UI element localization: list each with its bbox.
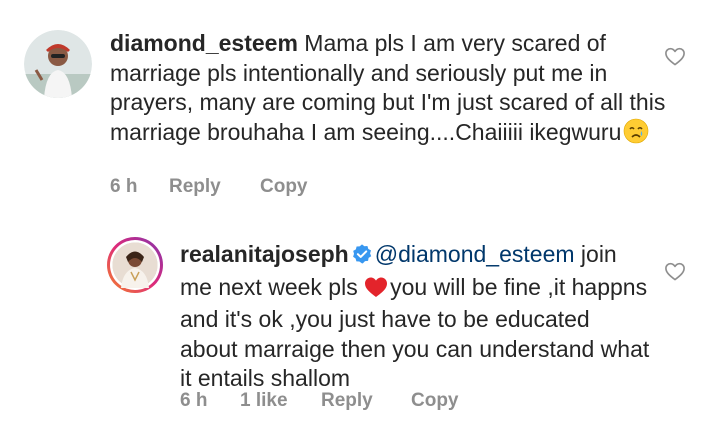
reply-body: realanitajoseph @diamond_esteem join me … — [180, 240, 650, 394]
comment-body: diamond_esteem Mama pls I am very scared… — [110, 29, 670, 151]
reply-meta: 6 h 1 like Reply Copy — [180, 390, 500, 414]
reply-copy-button[interactable]: Copy — [411, 390, 459, 412]
comment-time: 6 h — [110, 176, 138, 197]
red-heart-icon — [364, 276, 388, 306]
reply-reply-button[interactable]: Reply — [321, 390, 373, 412]
reply-button[interactable]: Reply — [169, 176, 221, 198]
avatar-story-ring-icon — [107, 237, 163, 293]
avatar-realanitajoseph[interactable] — [106, 236, 164, 294]
copy-button[interactable]: Copy — [260, 176, 308, 198]
comment-username[interactable]: diamond_esteem — [110, 30, 298, 56]
reply-likes[interactable]: 1 like — [240, 390, 288, 412]
reply-username[interactable]: realanitajoseph — [180, 241, 349, 267]
crying-face-icon — [623, 118, 649, 152]
reply-time: 6 h — [180, 390, 208, 411]
like-heart-icon[interactable] — [664, 46, 686, 71]
reply-mention[interactable]: @diamond_esteem — [375, 241, 575, 267]
comment-meta: 6 h Reply Copy — [110, 176, 410, 200]
avatar-diamond-esteem[interactable] — [24, 30, 92, 98]
reply-like-heart-icon[interactable] — [664, 261, 686, 286]
avatar-photo-icon — [24, 30, 92, 98]
verified-badge-icon — [351, 243, 373, 273]
